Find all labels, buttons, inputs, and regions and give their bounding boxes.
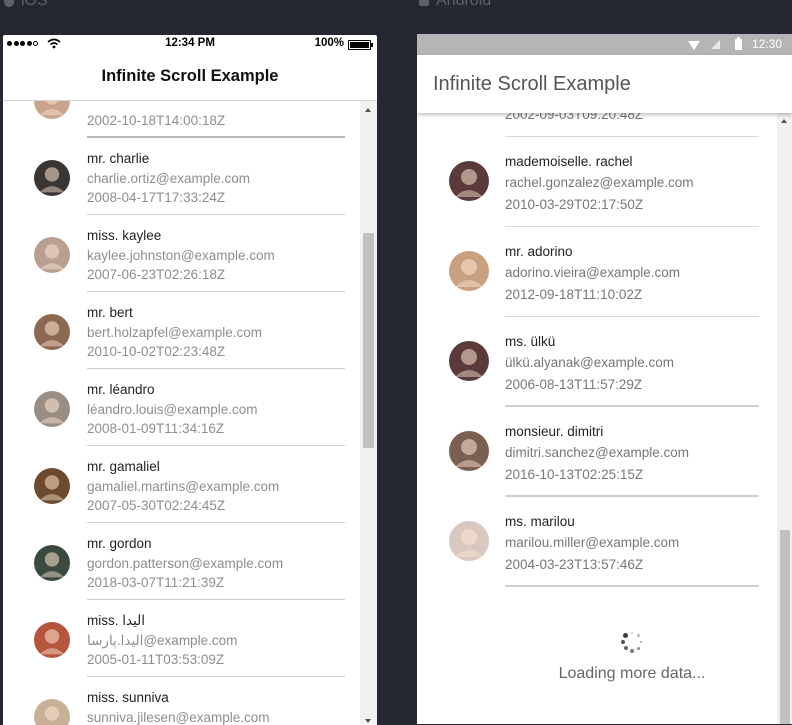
avatar [449,341,489,381]
ios-user-list[interactable]: 2002-10-18T14:00:18Z mr. charlie charlie.o… [3,101,361,725]
spinner-icon [620,631,643,653]
user-email: gamaliel.martins@example.com [87,479,280,494]
list-item[interactable]: miss. اليدا اليدا.پارسا@example.com 2005-0… [3,600,361,677]
user-name: mademoiselle. rachel [505,154,633,169]
user-date: 2002-09-03T09:20:48Z [505,113,644,122]
user-name: mr. charlie [87,151,150,166]
android-device-screen: 12:30 Infinite Scroll Example fabrizio.s… [417,34,792,724]
avatar [34,237,70,273]
list-item[interactable]: mr. gordon gordon.patterson@example.com 20… [3,523,361,600]
user-date: 2004-03-23T13:57:46Z [505,557,644,572]
ios-scrollbar[interactable] [360,101,377,725]
list-item[interactable]: mademoiselle. rachel rachel.gonzalez@exam… [417,137,777,227]
user-email: ülkü.alyanak@example.com [505,355,675,370]
list-item[interactable]: fabrizio.sanchez@example.com2002-09-03T0… [417,113,777,137]
avatar [449,251,489,291]
avatar [449,161,489,201]
battery-icon [348,40,373,50]
loading-indicator: Loading more data... [505,631,759,701]
user-name: monsieur. dimitri [505,424,604,439]
user-name: mr. gamaliel [87,459,160,474]
avatar [34,391,70,427]
list-item[interactable]: mr. charlie charlie.ortiz@example.com 2008… [3,138,361,215]
android-icon [417,0,431,8]
user-date: 2002-10-18T14:00:18Z [87,113,226,128]
user-date: 2010-03-29T02:17:50Z [505,197,644,212]
user-date: 2006-08-13T11:57:29Z [505,377,643,392]
scrollbar-thumb[interactable] [363,233,374,448]
avatar [34,545,70,581]
android-toolbar-title: Infinite Scroll Example [417,55,792,113]
user-email: kaylee.johnston@example.com [87,248,275,263]
list-item[interactable]: ms. ülkü ülkü.alyanak@example.com 2006-08-… [417,317,777,407]
cell-signal-icon [711,40,720,49]
user-date: 2012-09-18T11:10:02Z [505,287,643,302]
user-date: 2016-10-13T02:25:15Z [505,467,644,482]
user-date: 2008-04-17T17:33:24Z [87,190,226,205]
scroll-up-arrow-icon[interactable] [781,119,787,123]
ios-status-bar: 12:34 PM 100% [3,35,377,53]
avatar [34,468,70,504]
user-email: bert.holzapfel@example.com [87,325,263,340]
user-name: miss. اليدا [87,613,146,628]
avatar [34,101,70,119]
user-email: léandro.louis@example.com [87,402,258,417]
list-item[interactable]: miss. sunniva sunniva.jilesen@example.com [3,677,361,725]
user-date: 2010-10-02T02:23:48Z [87,344,226,359]
apple-icon [2,0,16,8]
android-user-list[interactable]: fabrizio.sanchez@example.com2002-09-03T0… [417,113,777,724]
user-name: mr. adorino [505,244,573,259]
user-name: miss. kaylee [87,228,162,243]
user-email: marilou.miller@example.com [505,535,680,550]
user-name: ms. ülkü [505,334,556,349]
android-scrollbar[interactable] [777,113,792,724]
list-item[interactable]: ms. marilou marilou.miller@example.com 200… [417,497,777,587]
list-item[interactable]: mr. adorino adorino.vieira@example.com 201… [417,227,777,317]
avatar [449,521,489,561]
user-name: mr. léandro [87,382,155,397]
user-email: rachel.gonzalez@example.com [505,175,694,190]
list-item[interactable]: mr. gamaliel gamaliel.martins@example.com… [3,446,361,523]
avatar [34,160,70,196]
user-date: 2007-06-23T02:26:18Z [87,267,226,282]
scroll-up-arrow-icon[interactable] [365,108,371,112]
ios-device-screen: 12:34 PM 100% Infinite Scroll Example 20… [3,35,377,725]
user-email: dimitri.sanchez@example.com [505,445,690,460]
user-name: ms. marilou [505,514,575,529]
list-item[interactable]: mr. bert bert.holzapfel@example.com 2010-1… [3,292,361,369]
avatar [34,622,70,658]
list-item[interactable]: miss. kaylee kaylee.johnston@example.com 2… [3,215,361,292]
battery-percentage: 100% [314,37,344,49]
loading-text: Loading more data... [558,665,706,682]
ios-nav-title: Infinite Scroll Example [3,53,377,101]
battery-icon [735,37,742,50]
user-name: mr. gordon [87,536,152,551]
ios-label-text: iOS [21,0,48,9]
user-date: 2008-01-09T11:34:16Z [87,421,225,436]
avatar [34,699,70,725]
divider [505,585,759,587]
list-item[interactable]: mr. léandro léandro.louis@example.com 2008… [3,369,361,446]
user-email: adorino.vieira@example.com [505,265,681,280]
scrollbar-thumb[interactable] [780,530,790,724]
android-status-bar: 12:30 [417,34,792,55]
user-date: 2018-03-07T11:21:39Z [87,575,225,590]
user-email: gordon.patterson@example.com [87,556,284,571]
user-email: charlie.ortiz@example.com [87,171,251,186]
user-email: اليدا.پارسا@example.com [87,633,238,648]
avatar [449,431,489,471]
wifi-icon [688,41,700,50]
android-platform-label: Android [417,0,491,10]
user-date: 2007-05-30T02:24:45Z [87,498,226,513]
list-item[interactable]: monsieur. dimitri dimitri.sanchez@example… [417,407,777,497]
user-name: mr. bert [87,305,133,320]
user-name: miss. sunniva [87,690,169,705]
ios-platform-label: iOS [2,0,48,10]
avatar [34,314,70,350]
user-date: 2005-01-11T03:53:09Z [87,652,225,667]
android-status-time: 12:30 [751,37,782,51]
android-label-text: Android [436,0,492,9]
list-item[interactable]: 2002-10-18T14:00:18Z [3,101,361,138]
user-email: sunniva.jilesen@example.com [87,710,270,725]
